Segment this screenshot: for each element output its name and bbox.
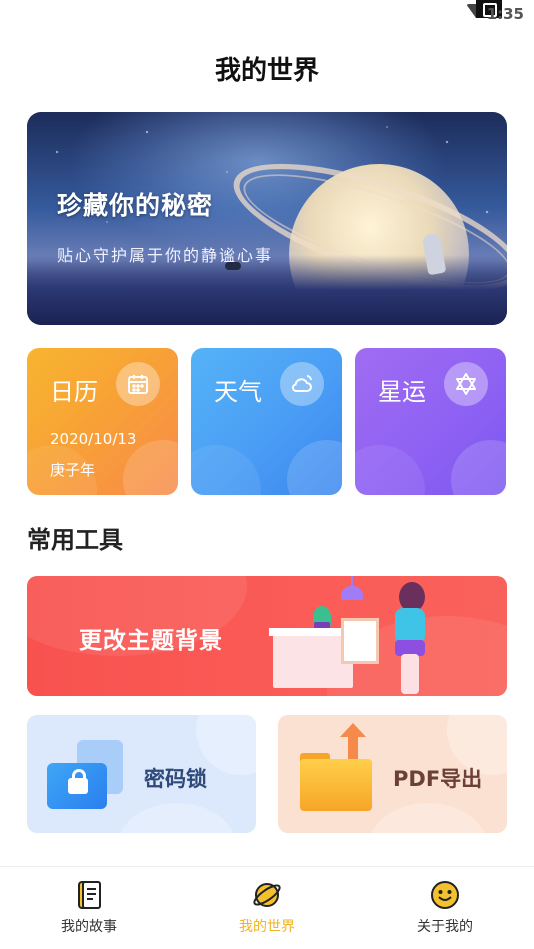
banner-subtitle: 贴心守护属于你的静谧心事 (57, 246, 274, 265)
status-bar: 1:35 (0, 0, 534, 28)
pdf-export-label: PDF导出 (393, 767, 483, 791)
hero-banner[interactable]: 珍藏你的秘密 贴心守护属于你的静谧心事 (27, 112, 507, 325)
password-lock-tool[interactable]: 密码锁 (27, 715, 256, 833)
banner-title: 珍藏你的秘密 (57, 191, 214, 220)
card-decoration (355, 445, 425, 495)
page-title: 我的世界 (214, 56, 319, 86)
tab-label: 关于我的 (417, 919, 473, 935)
easel-illustration (341, 618, 379, 664)
weather-card[interactable]: 天气 (191, 348, 342, 495)
planet-icon (252, 880, 282, 910)
tab-label: 我的世界 (239, 919, 295, 935)
tab-about-me[interactable]: 关于我的 (356, 867, 534, 949)
weather-card-title: 天气 (214, 378, 262, 406)
notebook-icon (74, 880, 104, 910)
tab-my-stories[interactable]: 我的故事 (0, 867, 178, 949)
tab-label: 我的故事 (61, 919, 117, 935)
password-lock-label: 密码锁 (144, 767, 207, 791)
bottom-tab-bar: 我的故事 我的世界 关于我的 (0, 866, 534, 949)
status-time: 1:35 (486, 5, 524, 23)
folder-upload-icon (300, 759, 372, 811)
pdf-export-tool[interactable]: PDF导出 (278, 715, 507, 833)
smiley-icon (430, 880, 460, 910)
calendar-date: 2020/10/13 (50, 430, 137, 448)
card-decoration (123, 440, 178, 495)
cloud-sun-icon (280, 362, 324, 406)
padlock-icon (68, 769, 88, 794)
card-decoration (451, 440, 506, 495)
change-theme-banner[interactable]: 更改主题背景 (27, 576, 507, 696)
card-decoration (191, 445, 261, 495)
calendar-card[interactable]: 日历 2020/10/13 庚子年 (27, 348, 178, 495)
star-of-david-icon (444, 362, 488, 406)
horoscope-card[interactable]: 星运 (355, 348, 506, 495)
tool-decoration (368, 803, 488, 833)
card-decoration (287, 440, 342, 495)
tab-my-world[interactable]: 我的世界 (178, 867, 356, 949)
tool-decoration (117, 803, 237, 833)
painter-body (395, 608, 425, 644)
change-theme-label: 更改主题背景 (79, 628, 223, 654)
calendar-icon (116, 362, 160, 406)
tools-section-title: 常用工具 (27, 526, 123, 554)
horoscope-card-title: 星运 (378, 378, 426, 406)
calendar-card-title: 日历 (50, 378, 98, 406)
lamp-illustration (341, 586, 363, 600)
calendar-year-label: 庚子年 (50, 461, 96, 479)
painter-legs (401, 654, 419, 694)
